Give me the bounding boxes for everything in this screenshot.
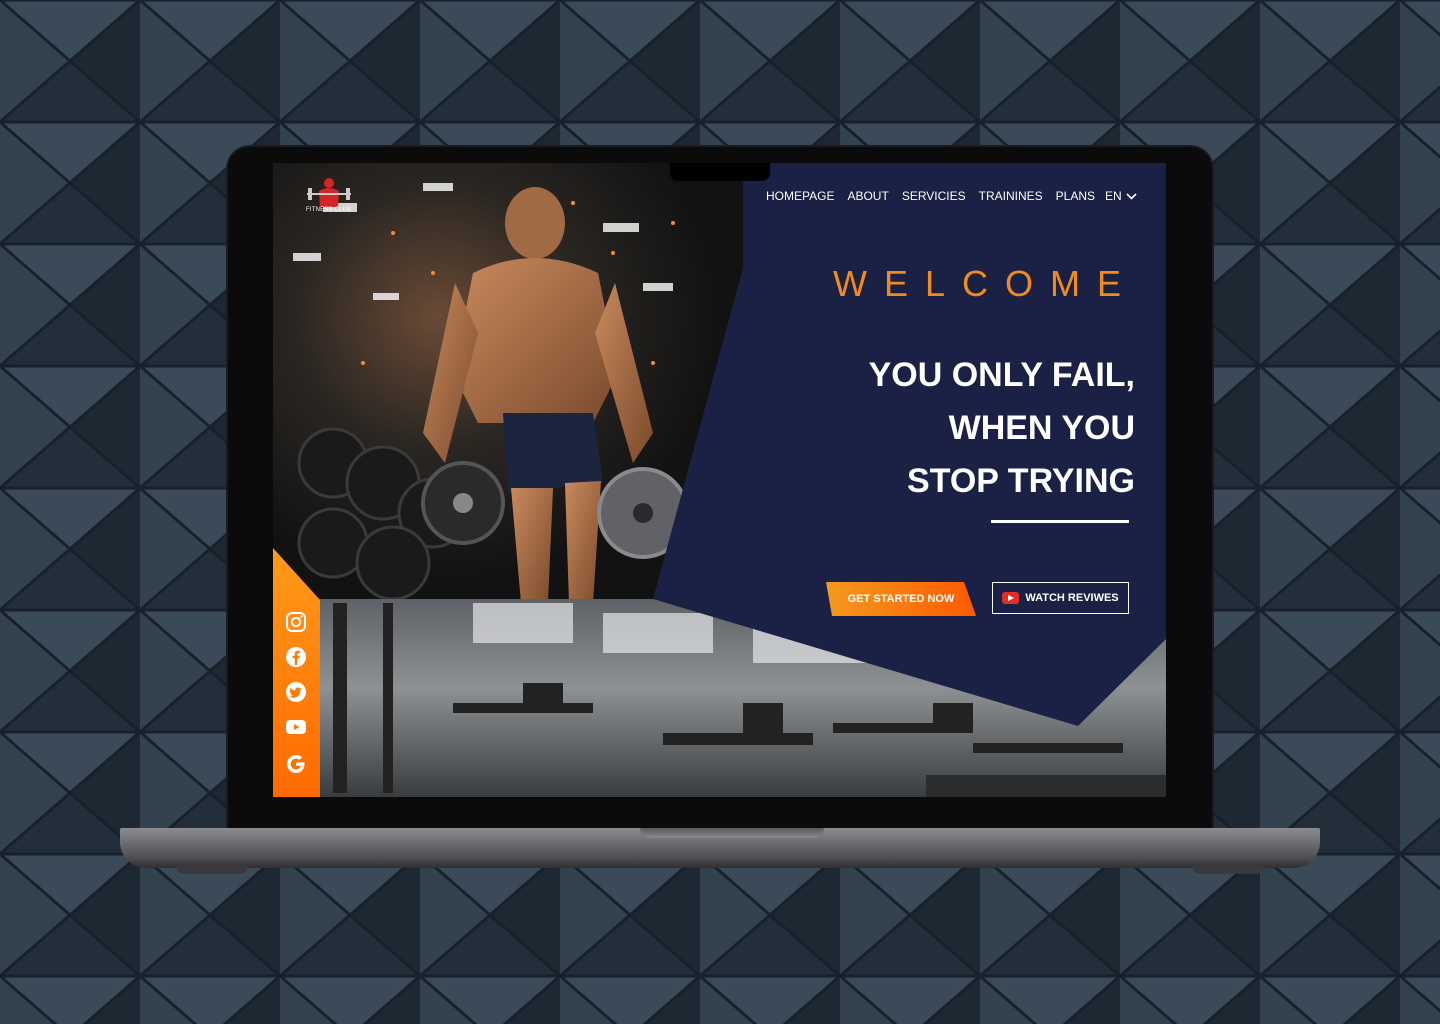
headline-divider	[991, 520, 1129, 523]
headline-line-1: YOU ONLY FAIL,	[868, 356, 1135, 394]
nav-item-plans[interactable]: PLANS	[1056, 189, 1095, 203]
google-icon[interactable]	[284, 752, 308, 776]
hero-headline: YOU ONLY FAIL, WHEN YOU STOP TRYING	[793, 349, 1135, 508]
nav-item-about[interactable]: ABOUT	[847, 189, 888, 203]
chevron-down-icon	[1126, 192, 1137, 200]
headline-line-3: STOP TRYING	[907, 462, 1135, 500]
nav-item-services[interactable]: SERVICIES	[902, 189, 966, 203]
laptop-foot-right	[1192, 866, 1264, 874]
language-label: EN	[1105, 189, 1122, 203]
get-started-button[interactable]: GET STARTED NOW	[826, 582, 976, 616]
nav-item-trainees[interactable]: TRAININES	[979, 189, 1043, 203]
watch-reviews-button[interactable]: WATCH REVIWES	[992, 582, 1129, 614]
language-selector[interactable]: EN	[1105, 189, 1137, 203]
youtube-social-icon[interactable]	[284, 715, 308, 739]
camera-notch	[670, 163, 770, 181]
youtube-icon	[1002, 592, 1020, 604]
nav-item-homepage[interactable]: HOMEPAGE	[766, 189, 834, 203]
logo-text: FITNESS CLUB	[306, 207, 352, 213]
fitness-club-logo	[307, 178, 351, 207]
watch-reviews-label: WATCH REVIWES	[1025, 592, 1119, 604]
headline-line-2: WHEN YOU	[948, 409, 1135, 447]
welcome-heading: WELCOME	[832, 263, 1138, 304]
laptop-lid-lip	[640, 828, 824, 838]
main-nav: HOMEPAGE ABOUT SERVICIES TRAININES PLANS	[766, 189, 1095, 203]
laptop-screen: FITNESS CLUB HOMEPAGE ABOUT SERVICIES TR…	[273, 163, 1166, 797]
laptop-foot-left	[176, 866, 248, 874]
twitter-icon[interactable]	[284, 680, 308, 704]
facebook-icon[interactable]	[284, 645, 308, 669]
instagram-icon[interactable]	[284, 610, 308, 634]
